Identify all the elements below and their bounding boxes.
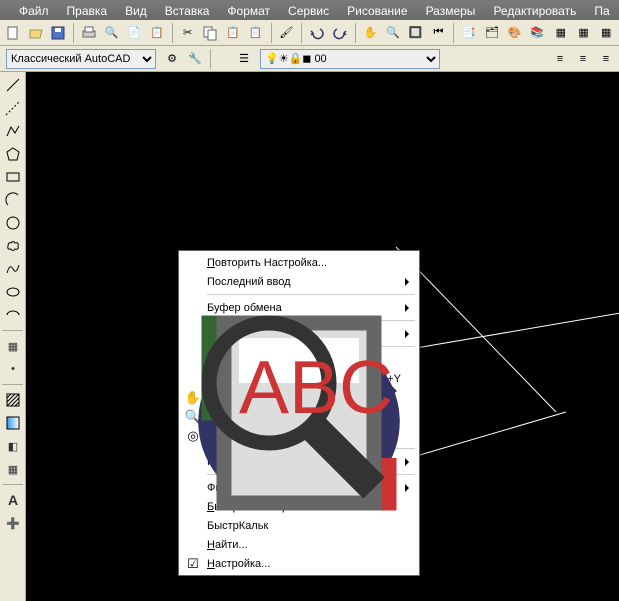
polyline-button[interactable] [2,120,24,142]
match-props-button[interactable]: 🖌 [276,22,298,44]
spline-button[interactable] [2,258,24,280]
standard-toolbar: 🔍 📄 📋 ✂ 📋 📋 🖌 ✋ 🔍 🔲 ⏮ 📑 🗂 🎨 📚 ▦ ▦ ▦ [0,20,619,46]
menu-dimension[interactable]: Размеры [417,2,485,18]
ws-gear-button[interactable]: ⚙ [161,48,183,70]
pan-button[interactable]: ✋ [360,22,382,44]
context-menu: Повторить Настройка... Последний ввод Бу… [178,250,420,576]
ellipse-button[interactable] [2,281,24,303]
menu-edit[interactable]: Правка [58,2,117,18]
cut-button[interactable]: ✂ [177,22,199,44]
properties-button[interactable]: 📑 [458,22,480,44]
addsel-button[interactable]: ➕ [2,512,24,534]
layer-props-button[interactable]: ☰ [233,48,255,70]
workspace-select[interactable]: Классический AutoCAD [6,49,156,69]
menu-modify[interactable]: Редактировать [484,2,585,18]
layer-filter2-button[interactable]: ≡ [572,48,594,70]
line-button[interactable] [2,74,24,96]
extra1-button[interactable]: ▦ [550,22,572,44]
gradient-button[interactable] [2,412,24,434]
publish-button[interactable]: 📄 [123,22,145,44]
redo-button[interactable] [329,22,351,44]
draw-toolbar: ▦ • ◧ ▦ A ➕ [0,72,26,601]
menu-format[interactable]: Формат [218,2,279,18]
zoom-win-button[interactable]: 🔲 [405,22,427,44]
ws-settings-button[interactable]: 🔧 [184,48,206,70]
svg-text:ABC: ABC [239,345,393,429]
save-button[interactable] [47,22,69,44]
extra3-button[interactable]: ▦ [595,22,617,44]
extra2-button[interactable]: ▦ [573,22,595,44]
open-button[interactable] [25,22,47,44]
circle-button[interactable] [2,212,24,234]
construction-line-button[interactable] [2,97,24,119]
dsv-button[interactable]: 🗂 [481,22,503,44]
table-button[interactable]: ▦ [2,458,24,480]
layer-filter3-button[interactable]: ≡ [595,48,617,70]
plot-button[interactable] [78,22,100,44]
menu-param[interactable]: Па [585,2,618,18]
region-button[interactable]: ◧ [2,435,24,457]
paste-button[interactable]: 📋 [222,22,244,44]
find-icon: ABC [183,537,203,553]
tool-palette-button[interactable]: 🎨 [504,22,526,44]
copy-button[interactable] [199,22,221,44]
revcloud-button[interactable] [2,235,24,257]
menubar: Файл Правка Вид Вставка Формат Сервис Ри… [0,0,619,20]
new-button[interactable] [2,22,24,44]
drawing-area[interactable]: Повторить Настройка... Последний ввод Бу… [26,72,619,601]
layer-select[interactable]: 💡☀🔒◼ 00 [260,49,440,69]
layer-filter1-button[interactable]: ≡ [549,48,571,70]
zoom-rt-button[interactable]: 🔍 [382,22,404,44]
point-button[interactable]: • [2,358,24,380]
menu-file[interactable]: Файл [10,2,58,18]
ellipse-arc-button[interactable] [2,304,24,326]
zoom-prev-button[interactable]: ⏮ [428,22,450,44]
mtext-button[interactable]: A [2,489,24,511]
plot-preview-button[interactable]: 🔍 [101,22,123,44]
block-button[interactable]: ▦ [2,335,24,357]
polygon-button[interactable] [2,143,24,165]
export-button[interactable]: 📋 [146,22,168,44]
workspace-layer-toolbar: Классический AutoCAD ⚙ 🔧 ☰ 💡☀🔒◼ 00 ≡ ≡ ≡ [0,46,619,72]
menu-insert[interactable]: Вставка [156,2,219,18]
menu-service[interactable]: Сервис [279,2,338,18]
ctx-find[interactable]: ABC Найти... [181,535,417,554]
rectangle-button[interactable] [2,166,24,188]
menu-draw[interactable]: Рисование [338,2,416,18]
sheet-set-button[interactable]: 📚 [526,22,548,44]
hatch-button[interactable] [2,389,24,411]
menu-view[interactable]: Вид [116,2,156,18]
paste-block-button[interactable]: 📋 [245,22,267,44]
undo-button[interactable] [306,22,328,44]
arc-button[interactable] [2,189,24,211]
